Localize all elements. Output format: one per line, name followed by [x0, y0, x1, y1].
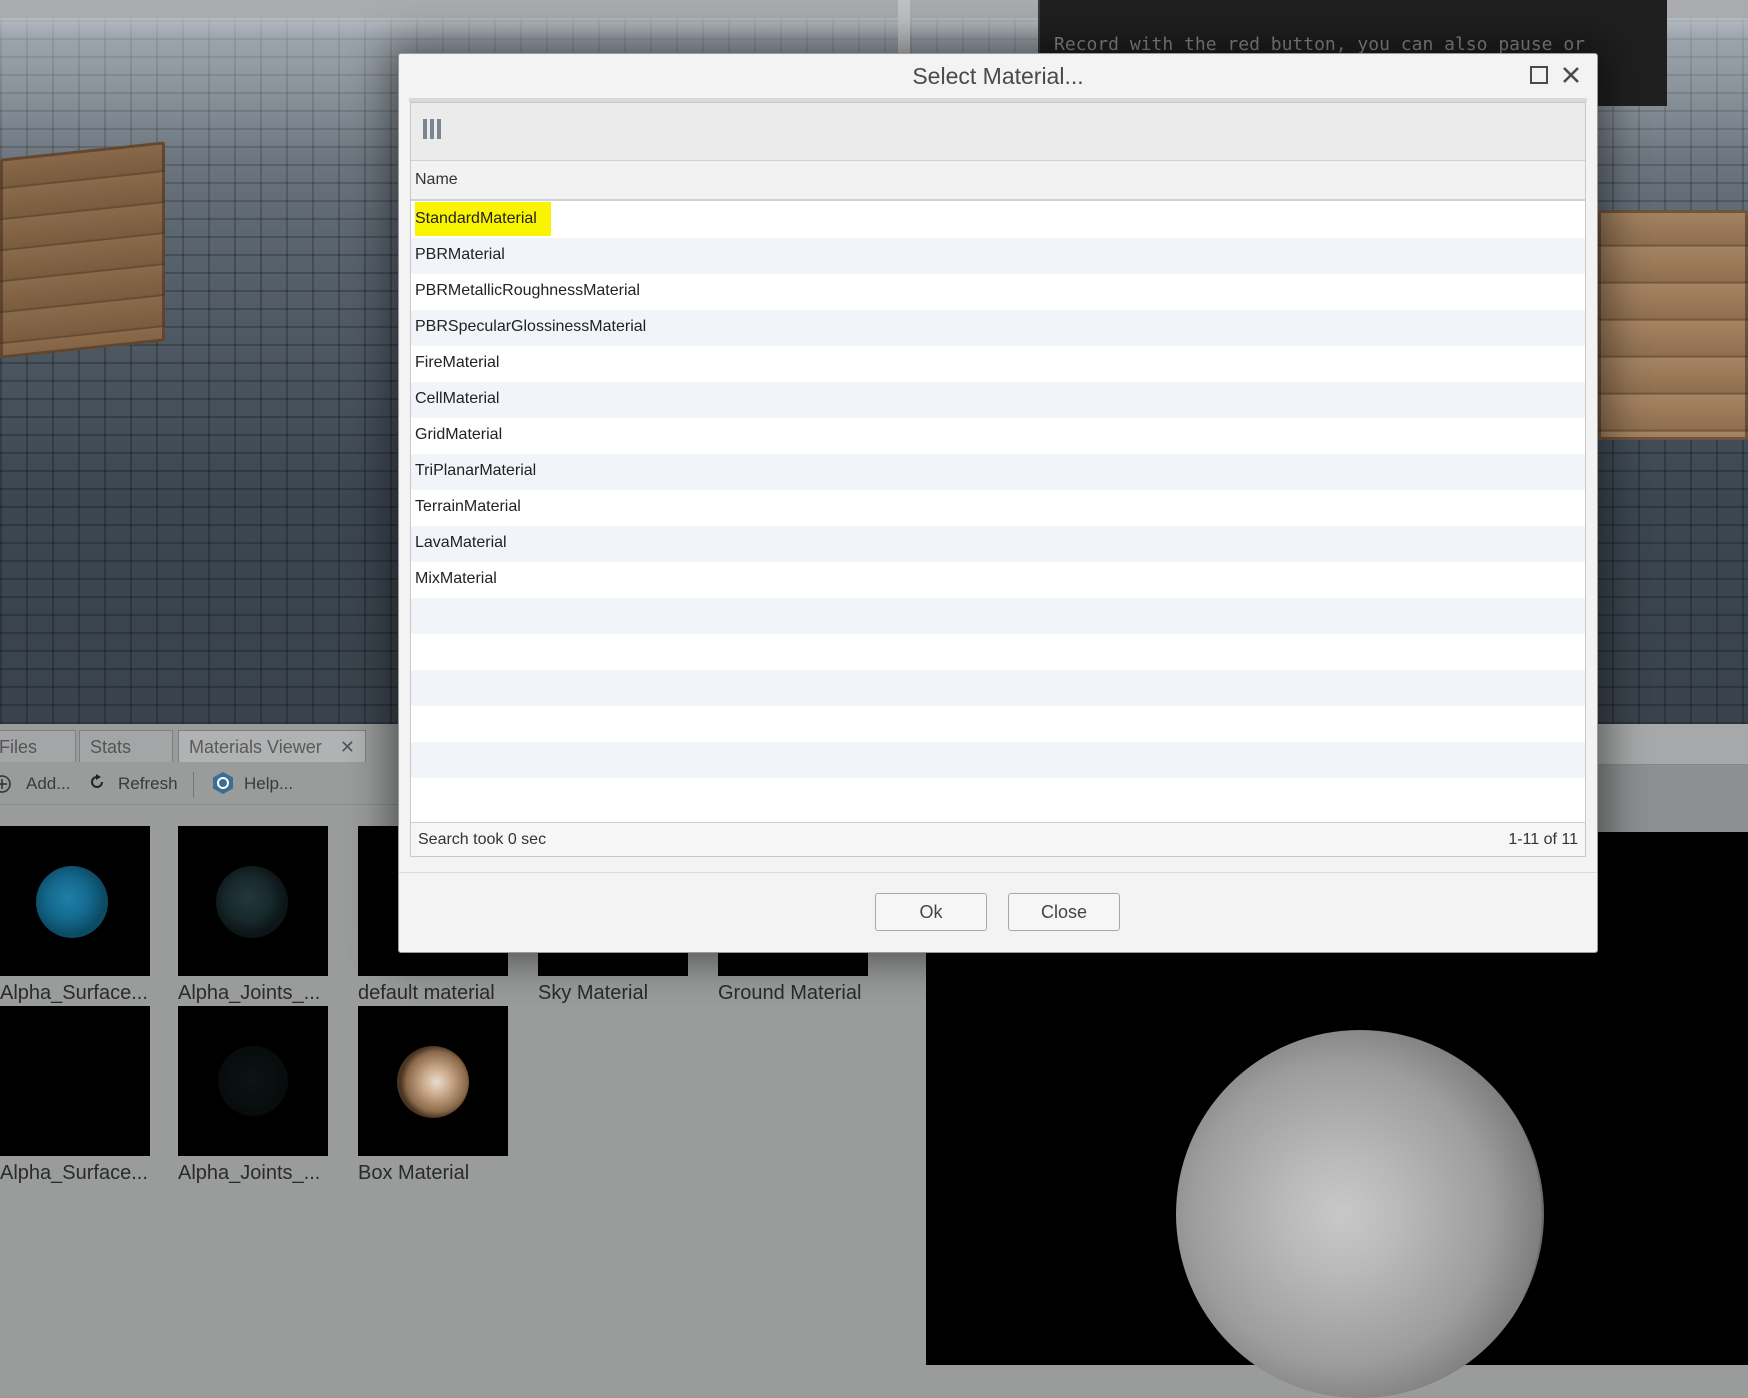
material-thumb[interactable]: [0, 1006, 150, 1156]
empty-row: [411, 778, 1585, 814]
console-text: Record with the red button, you can also…: [1054, 34, 1586, 55]
toolbar-separator: [193, 772, 194, 798]
empty-row: [411, 670, 1585, 706]
material-name: PBRMetallicRoughnessMaterial: [415, 282, 640, 299]
help-button-label: Help...: [244, 774, 294, 793]
table-row[interactable]: LavaMaterial: [411, 526, 1585, 562]
material-name: GridMaterial: [415, 426, 503, 443]
search-time: Search took 0 sec: [418, 831, 547, 848]
table-row[interactable]: CellMaterial: [411, 382, 1585, 418]
tab-files-label: Files: [0, 737, 38, 757]
scene-divider: [898, 0, 910, 60]
help-icon: [213, 772, 233, 794]
material-sphere-icon: [36, 866, 108, 938]
material-thumb-label: Alpha_Joints_...: [178, 1162, 321, 1184]
tab-stats-label: Stats: [90, 737, 132, 757]
material-sphere-icon: [216, 866, 288, 938]
tab-materials-viewer-label: Materials Viewer: [189, 737, 322, 757]
table-row[interactable]: PBRMaterial: [411, 238, 1585, 274]
material-name: PBRMaterial: [415, 246, 505, 263]
tab-materials-viewer[interactable]: Materials Viewer ✕: [178, 730, 366, 762]
button-bar-divider: [399, 872, 1597, 873]
result-count: 1-11 of 11: [1508, 831, 1578, 848]
columns-icon[interactable]: [423, 119, 445, 141]
table-row[interactable]: TerrainMaterial: [411, 490, 1585, 526]
material-name: LavaMaterial: [415, 534, 507, 551]
preview-sphere: [1176, 1030, 1544, 1398]
table-row[interactable]: FireMaterial: [411, 346, 1585, 382]
material-thumb-label: Sky Material: [538, 982, 649, 1004]
table-row[interactable]: MixMaterial: [411, 562, 1585, 598]
table-row[interactable]: PBRSpecularGlossinessMaterial: [411, 310, 1585, 346]
material-thumb-label: Alpha_Surface...: [0, 1162, 148, 1184]
material-sphere-icon: [397, 1046, 469, 1118]
material-thumb-label: Alpha_Surface...: [0, 982, 148, 1004]
tab-stats[interactable]: Stats: [79, 730, 173, 762]
dialog-title: Select Material...: [912, 63, 1084, 89]
material-thumb-label: Box Material: [358, 1162, 470, 1184]
table-row[interactable]: StandardMaterial: [411, 202, 1585, 238]
material-name: PBRSpecularGlossinessMaterial: [415, 318, 647, 335]
material-name: StandardMaterial: [415, 202, 551, 236]
material-thumb[interactable]: [178, 826, 328, 976]
tab-files[interactable]: Files: [0, 730, 76, 762]
column-header-label: Name: [415, 171, 458, 188]
grid-toolbar: [411, 103, 1585, 161]
material-thumb[interactable]: [178, 1006, 328, 1156]
material-thumb-label: Ground Material: [718, 982, 862, 1004]
grid-footer: Search took 0 sec 1-11 of 11: [411, 822, 1585, 856]
add-button-label: Add...: [26, 774, 71, 793]
ok-button[interactable]: Ok: [875, 893, 987, 931]
material-grid: Name StandardMaterial PBRMaterial PBRMetal…: [410, 102, 1586, 857]
grid-body: StandardMaterial PBRMaterial PBRMetallicRo…: [411, 202, 1585, 812]
column-header-name[interactable]: Name: [411, 161, 1585, 201]
material-sphere-icon: [218, 1046, 288, 1116]
material-name: TerrainMaterial: [415, 498, 521, 515]
material-name: CellMaterial: [415, 390, 500, 407]
material-name: TriPlanarMaterial: [415, 462, 537, 479]
material-thumb[interactable]: [0, 826, 150, 976]
tab-close-icon[interactable]: ✕: [340, 731, 355, 763]
close-icon[interactable]: [1561, 65, 1581, 85]
material-name: MixMaterial: [415, 570, 497, 587]
select-material-dialog: Select Material... Name StandardMaterial…: [398, 53, 1598, 953]
empty-row: [411, 706, 1585, 742]
refresh-button-label: Refresh: [118, 774, 178, 793]
material-name: FireMaterial: [415, 354, 500, 371]
material-thumb[interactable]: [358, 1006, 508, 1156]
table-row[interactable]: PBRMetallicRoughnessMaterial: [411, 274, 1585, 310]
empty-row: [411, 742, 1585, 778]
material-thumb-label: default material: [358, 982, 495, 1004]
material-thumb-label: Alpha_Joints_...: [178, 982, 321, 1004]
maximize-icon[interactable]: [1529, 65, 1549, 85]
close-button[interactable]: Close: [1008, 893, 1120, 931]
refresh-icon: [91, 774, 103, 788]
empty-row: [411, 598, 1585, 634]
table-row[interactable]: GridMaterial: [411, 418, 1585, 454]
crate-left: [0, 141, 165, 359]
add-icon: [0, 775, 11, 793]
table-row[interactable]: TriPlanarMaterial: [411, 454, 1585, 490]
empty-row: [411, 634, 1585, 670]
crate-right: [1598, 210, 1748, 440]
